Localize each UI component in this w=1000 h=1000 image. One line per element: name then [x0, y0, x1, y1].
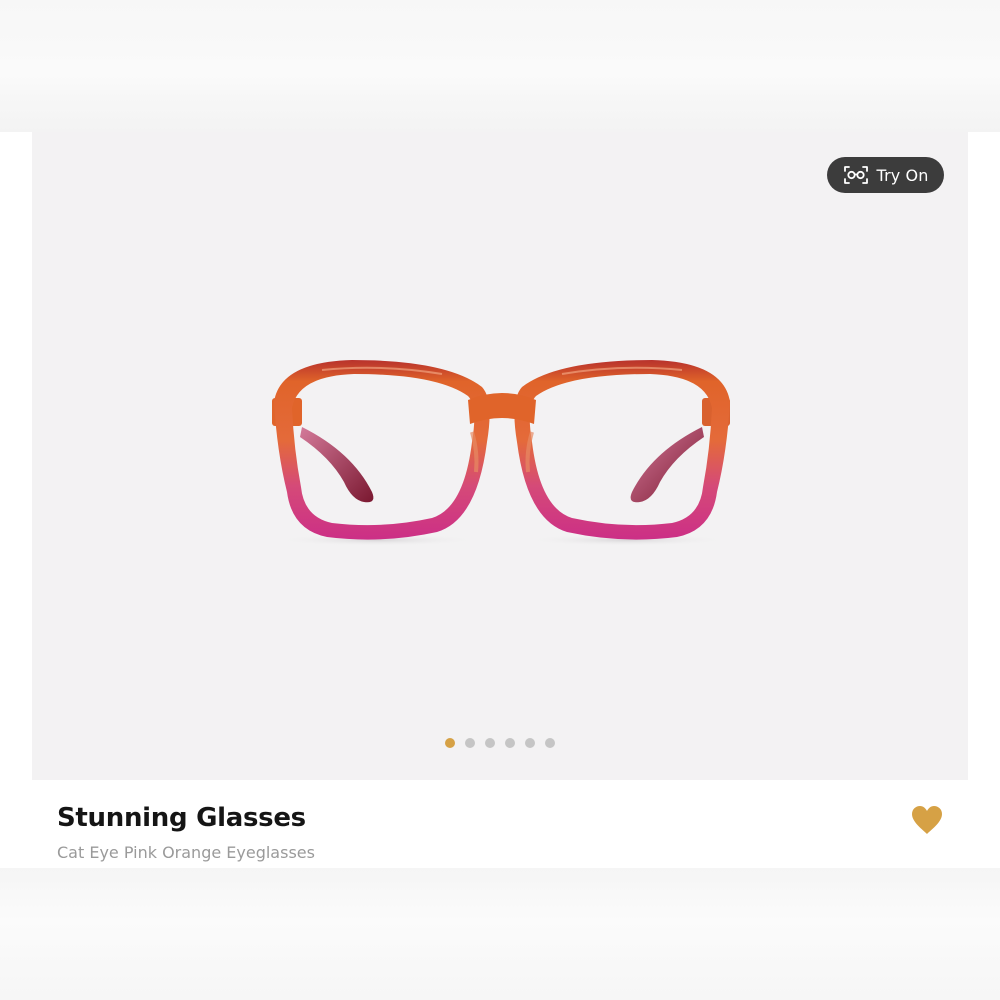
- face-scan-glasses-icon: [843, 166, 868, 184]
- carousel-dot[interactable]: [445, 738, 455, 748]
- carousel-dot[interactable]: [505, 738, 515, 748]
- carousel-dot[interactable]: [545, 738, 555, 748]
- carousel-dot[interactable]: [485, 738, 495, 748]
- carousel-dot[interactable]: [465, 738, 475, 748]
- background-top: [0, 0, 1000, 132]
- product-title[interactable]: Stunning Glasses: [57, 803, 306, 833]
- heart-icon[interactable]: [910, 804, 944, 836]
- carousel-indicator: [445, 738, 555, 748]
- try-on-button[interactable]: Try On: [827, 157, 944, 193]
- try-on-label: Try On: [876, 165, 929, 185]
- product-page: Try On Stunning Glasses Cat Eye Pink Ora…: [0, 0, 1000, 1000]
- background-bottom: [0, 868, 1000, 1000]
- carousel-dot[interactable]: [525, 738, 535, 748]
- product-image-carousel[interactable]: Try On: [32, 132, 968, 780]
- product-description: Cat Eye Pink Orange Eyeglasses: [57, 843, 315, 862]
- product-card[interactable]: Try On Stunning Glasses Cat Eye Pink Ora…: [32, 132, 968, 868]
- product-glasses-image: [272, 360, 730, 546]
